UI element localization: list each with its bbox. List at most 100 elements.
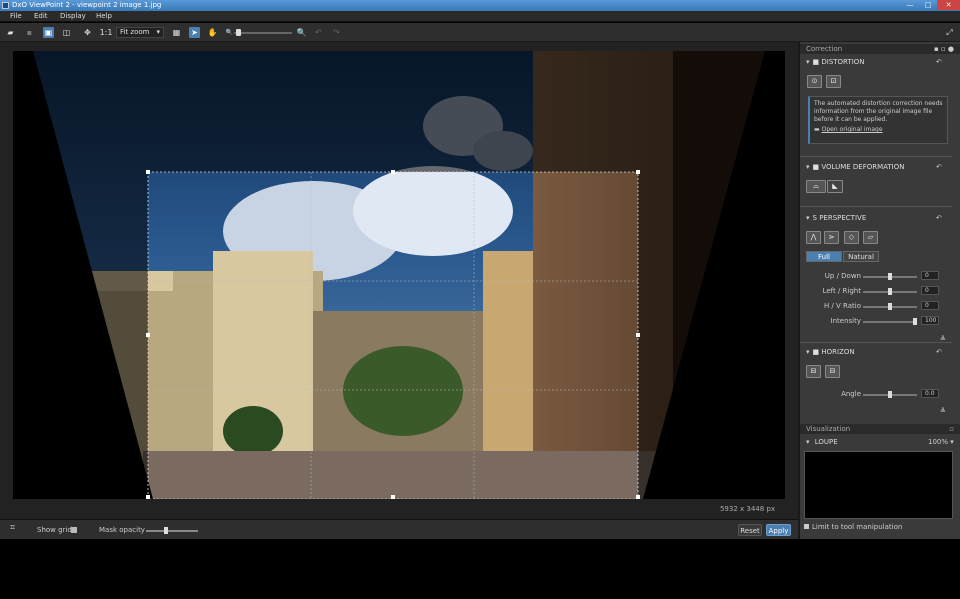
slider-knob[interactable]	[913, 318, 917, 325]
apply-button[interactable]: Apply	[766, 524, 791, 536]
undo-icon[interactable]: ↶	[313, 27, 324, 38]
up-down-label: Up / Down	[824, 272, 861, 280]
distortion-info-text: The automated distortion correction need…	[814, 100, 943, 123]
fit-arrows-icon[interactable]: ✥	[82, 27, 93, 38]
volume-sphere-icon[interactable]: ◣	[827, 180, 843, 193]
menu-bar: File Edit Display Help	[0, 11, 960, 22]
left-right-slider-row: Left / Right 0	[805, 286, 945, 296]
hv-ratio-slider[interactable]	[863, 303, 917, 310]
horizon-expand-icon[interactable]: ≜	[940, 407, 952, 415]
perspective-natural-button[interactable]: Natural	[843, 251, 879, 262]
up-down-value[interactable]: 0	[921, 271, 939, 280]
image-canvas[interactable]	[13, 51, 785, 499]
horizon-section-header[interactable]: ▾ ■ HORIZON	[801, 346, 951, 358]
compare-view-icon[interactable]: ◫	[61, 27, 72, 38]
slider-knob[interactable]	[888, 288, 892, 295]
loupe-title: LOUPE	[814, 438, 838, 446]
collapse-icon[interactable]: ▾	[806, 348, 810, 356]
zoom-select-value: Fit zoom	[120, 28, 150, 36]
zoom-slider-knob[interactable]	[236, 29, 241, 36]
correction-title: Correction	[806, 45, 843, 53]
perspective-section-header[interactable]: ▾ S PERSPECTIVE	[801, 212, 951, 224]
mask-opacity-knob[interactable]	[164, 527, 168, 534]
image-viewer[interactable]: 5932 x 3448 px	[0, 42, 798, 519]
volume-section-header[interactable]: ▾ ■ VOLUME DEFORMATION	[801, 161, 951, 173]
up-down-slider[interactable]	[863, 273, 917, 280]
perspective-vertical-icon[interactable]: ⋀	[806, 231, 821, 244]
reset-button[interactable]: Reset	[738, 524, 762, 536]
grid-icon[interactable]: ▦	[171, 27, 182, 38]
mask-opacity-slider[interactable]	[146, 527, 198, 534]
crop-icon[interactable]: ⌗	[10, 523, 15, 533]
show-grid-checkbox[interactable]	[71, 527, 77, 533]
angle-label: Angle	[841, 390, 861, 398]
zoom-in-icon[interactable]: 🔍	[296, 27, 307, 38]
loupe-zoom-select[interactable]: 100% ▾	[928, 438, 954, 446]
save-icon[interactable]: ▪	[24, 27, 35, 38]
horizon-title: HORIZON	[821, 348, 855, 356]
distortion-info-box: The automated distortion correction need…	[808, 96, 948, 144]
distortion-auto-icon[interactable]: ⊙	[807, 75, 822, 88]
perspective-rect-icon[interactable]: ◇	[844, 231, 859, 244]
horizon-reset-icon[interactable]: ↶	[936, 348, 952, 356]
horizon-checkbox[interactable]: ■	[813, 348, 820, 356]
open-original-link[interactable]: Open original image	[822, 126, 883, 133]
hv-ratio-value[interactable]: 0	[921, 301, 939, 310]
slider-knob[interactable]	[888, 303, 892, 310]
open-folder-icon[interactable]: ▰	[5, 27, 16, 38]
collapse-icon[interactable]: ▾	[806, 438, 810, 446]
toolbar: ▰ ▪ ▣ ◫ ✥ 1:1 Fit zoom ▾ ▦ ➤ ✋ 🔍 🔍 ↶ ↷ ⤢	[0, 23, 960, 42]
show-grid-label: Show grid	[37, 526, 72, 534]
menu-help[interactable]: Help	[96, 12, 112, 20]
image-dimensions: 5932 x 3448 px	[719, 505, 775, 513]
perspective-checkbox[interactable]: S	[813, 214, 817, 222]
collapse-icon[interactable]: ▾	[806, 163, 810, 171]
distortion-manual-icon[interactable]: ⊡	[826, 75, 841, 88]
collapse-icon[interactable]: ▾	[806, 214, 810, 222]
intensity-value[interactable]: 100	[921, 316, 939, 325]
minimize-button[interactable]: —	[901, 0, 919, 10]
menu-file[interactable]: File	[10, 12, 22, 20]
redo-icon[interactable]: ↷	[331, 27, 342, 38]
intensity-slider[interactable]	[863, 318, 917, 325]
menu-edit[interactable]: Edit	[34, 12, 48, 20]
horizon-auto-icon[interactable]: ⊟	[825, 365, 840, 378]
angle-slider[interactable]	[863, 391, 917, 398]
zoom-slider[interactable]	[234, 29, 292, 36]
left-right-label: Left / Right	[822, 287, 861, 295]
angle-value[interactable]: 0.0	[921, 389, 939, 398]
left-right-value[interactable]: 0	[921, 286, 939, 295]
single-view-icon[interactable]: ▣	[43, 27, 54, 38]
divider	[800, 156, 952, 157]
slider-knob[interactable]	[888, 391, 892, 398]
volume-reset-icon[interactable]: ↶	[936, 163, 952, 171]
menu-display[interactable]: Display	[60, 12, 86, 20]
perspective-full-button[interactable]: Full	[806, 251, 842, 262]
correction-header: Correction ▪ ▫ ●	[800, 44, 960, 54]
zoom-select[interactable]: Fit zoom ▾	[116, 27, 164, 38]
volume-cylinder-icon[interactable]: ⌓	[806, 180, 826, 193]
left-right-slider[interactable]	[863, 288, 917, 295]
distortion-section-header[interactable]: ▾ ■ DISTORTION	[801, 56, 951, 68]
fullscreen-icon[interactable]: ⤢	[944, 27, 955, 38]
hand-icon[interactable]: ✋	[207, 27, 218, 38]
distortion-reset-icon[interactable]: ↶	[936, 58, 952, 66]
zoom-100-button[interactable]: 1:1	[99, 27, 113, 38]
limit-checkbox[interactable]	[804, 524, 809, 529]
volume-checkbox[interactable]: ■	[813, 163, 820, 171]
slider-knob[interactable]	[888, 273, 892, 280]
loupe-zoom-value: 100%	[928, 438, 949, 446]
panel-controls-icon[interactable]: ▪ ▫ ●	[934, 44, 954, 54]
perspective-reset-icon[interactable]: ↶	[936, 214, 952, 222]
divider	[800, 206, 952, 207]
close-button[interactable]: ✕	[937, 0, 960, 10]
collapse-icon[interactable]: ▾	[806, 58, 810, 66]
visualization-toggle-icon[interactable]: ▫	[949, 424, 954, 434]
perspective-horizontal-icon[interactable]: ⋗	[824, 231, 839, 244]
maximize-button[interactable]: □	[919, 0, 937, 10]
distortion-checkbox[interactable]: ■	[813, 58, 820, 66]
pointer-icon[interactable]: ➤	[189, 27, 200, 38]
hv-ratio-slider-row: H / V Ratio 0	[805, 301, 945, 311]
perspective-8point-icon[interactable]: ▱	[863, 231, 878, 244]
horizon-line-icon[interactable]: ⊟	[806, 365, 821, 378]
